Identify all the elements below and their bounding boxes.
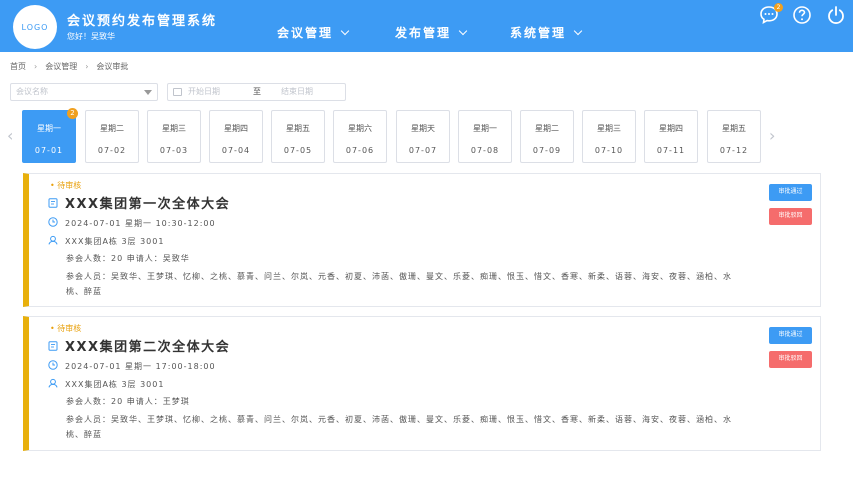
day-date: 07-09 (532, 146, 562, 155)
range-separator: 至 (253, 87, 261, 96)
reject-button[interactable]: 审批驳回 (769, 351, 812, 368)
status-badge: • 待审核 (50, 324, 82, 333)
breadcrumb-home[interactable]: 首页 (10, 61, 26, 72)
location-icon (48, 378, 58, 388)
caret-down-icon (144, 90, 152, 95)
calendar-icon (173, 88, 182, 96)
chevron-down-icon (340, 26, 350, 35)
day-date: 07-11 (656, 146, 686, 155)
top-header: LOGO 会议预约发布管理系统 您好！吴致华 会议管理 发布管理 系统管理 2 (0, 0, 853, 52)
day-weekday: 星期二 (100, 124, 124, 133)
breadcrumb-meeting-management[interactable]: 会议管理 (45, 61, 77, 72)
day-tab[interactable]: 星期五 07-05 (271, 110, 325, 163)
day-tab[interactable]: 星期三 07-03 (147, 110, 201, 163)
user-greeting: 您好！吴致华 (67, 32, 115, 41)
nav-label: 发布管理 (395, 26, 452, 40)
select-placeholder: 会议名称 (16, 87, 48, 96)
meeting-location: XXX集团A栋 3层 3001 (65, 237, 165, 246)
approve-button[interactable]: 审批通过 (769, 327, 812, 344)
clock-icon (48, 217, 58, 227)
day-tab[interactable]: 星期二 07-02 (85, 110, 139, 163)
day-weekday: 星期五 (722, 124, 746, 133)
meeting-name-select[interactable]: 会议名称 (10, 83, 158, 101)
approve-button[interactable]: 审批通过 (769, 184, 812, 201)
reject-button[interactable]: 审批驳回 (769, 208, 812, 225)
day-tab[interactable]: 星期四 07-11 (644, 110, 698, 163)
status-badge: • 待审核 (50, 181, 82, 190)
meeting-title-icon (48, 198, 58, 208)
day-weekday: 星期二 (535, 124, 559, 133)
day-tab[interactable]: 星期一 07-01 2 (22, 108, 78, 163)
logo: LOGO (13, 5, 57, 49)
day-tab[interactable]: 星期三 07-10 (582, 110, 636, 163)
attendee-count: 参会人数：20 申请人：吴致华 (66, 254, 190, 263)
day-tab[interactable]: 星期天 07-07 (396, 110, 450, 163)
nav-publish-management[interactable]: 发布管理 (395, 24, 468, 41)
meeting-datetime: 2024-07-01 星期一 17:00-18:00 (65, 362, 216, 371)
next-arrow-icon[interactable]: › (769, 126, 775, 145)
day-date: 07-10 (594, 146, 624, 155)
day-weekday: 星期四 (659, 124, 683, 133)
day-date: 07-06 (345, 146, 375, 155)
day-weekday: 星期三 (162, 124, 186, 133)
day-weekday: 星期五 (286, 124, 310, 133)
day-weekday: 星期三 (597, 124, 621, 133)
day-date: 07-04 (221, 146, 251, 155)
clock-icon (48, 360, 58, 370)
day-weekday: 星期天 (411, 124, 435, 133)
meeting-card: • 待审核 XXX集团第二次全体大会 2024-07-01 星期一 17:00-… (23, 316, 821, 451)
day-date: 07-05 (283, 146, 313, 155)
meeting-location: XXX集团A栋 3层 3001 (65, 380, 165, 389)
power-icon[interactable] (826, 5, 846, 25)
day-date: 07-08 (470, 146, 500, 155)
day-date: 07-12 (719, 146, 749, 155)
attendee-count: 参会人数：20 申请人：王梦琪 (66, 397, 190, 406)
meeting-title: XXX集团第二次全体大会 (65, 340, 231, 355)
nav-label: 系统管理 (510, 26, 567, 40)
day-tab[interactable]: 星期五 07-12 (707, 110, 761, 163)
chevron-right-icon: › (34, 62, 38, 71)
day-date: 07-07 (408, 146, 438, 155)
meeting-card: • 待审核 XXX集团第一次全体大会 2024-07-01 星期一 10:30-… (23, 173, 821, 307)
day-weekday: 星期一 (473, 124, 497, 133)
help-icon[interactable] (792, 5, 812, 25)
app-title: 会议预约发布管理系统 (67, 14, 218, 29)
meeting-title-icon (48, 341, 58, 351)
day-weekday: 星期一 (37, 124, 61, 133)
chevron-down-icon (458, 26, 468, 35)
attendee-list: 参会人员：吴致华、王梦琪、忆柳、之桃、慕青、问兰、尔岚、元香、初夏、沛菡、傲珊、… (66, 415, 732, 439)
day-weekday: 星期六 (348, 124, 372, 133)
chevron-down-icon (573, 26, 583, 35)
day-weekday: 星期四 (224, 124, 248, 133)
day-date: 07-02 (97, 146, 127, 155)
nav-system-management[interactable]: 系统管理 (510, 24, 583, 41)
meeting-title: XXX集团第一次全体大会 (65, 197, 231, 212)
day-date: 07-03 (159, 146, 189, 155)
day-tab[interactable]: 星期六 07-06 (333, 110, 387, 163)
location-icon (48, 235, 58, 245)
day-count-badge: 2 (67, 108, 78, 119)
nav-meeting-management[interactable]: 会议管理 (277, 24, 350, 41)
breadcrumb-current: 会议审批 (96, 62, 129, 71)
message-badge: 2 (774, 3, 783, 12)
nav-label: 会议管理 (277, 26, 334, 40)
breadcrumb: 首页 › 会议管理 › 会议审批 (10, 61, 128, 72)
chevron-right-icon: › (85, 62, 89, 71)
day-tab[interactable]: 星期二 07-09 (520, 110, 574, 163)
day-tab[interactable]: 星期四 07-04 (209, 110, 263, 163)
date-range-picker[interactable]: 开始日期 至 结束日期 (167, 83, 346, 101)
meeting-datetime: 2024-07-01 星期一 10:30-12:00 (65, 219, 216, 228)
day-date: 07-01 (34, 146, 64, 155)
attendee-list: 参会人员：吴致华、王梦琪、忆柳、之桃、慕青、问兰、尔岚、元香、初夏、沛菡、傲珊、… (66, 272, 732, 296)
end-date-input[interactable]: 结束日期 (281, 84, 313, 100)
start-date-input[interactable]: 开始日期 (188, 84, 220, 100)
day-tab[interactable]: 星期一 07-08 (458, 110, 512, 163)
prev-arrow-icon[interactable]: ‹ (7, 126, 13, 145)
